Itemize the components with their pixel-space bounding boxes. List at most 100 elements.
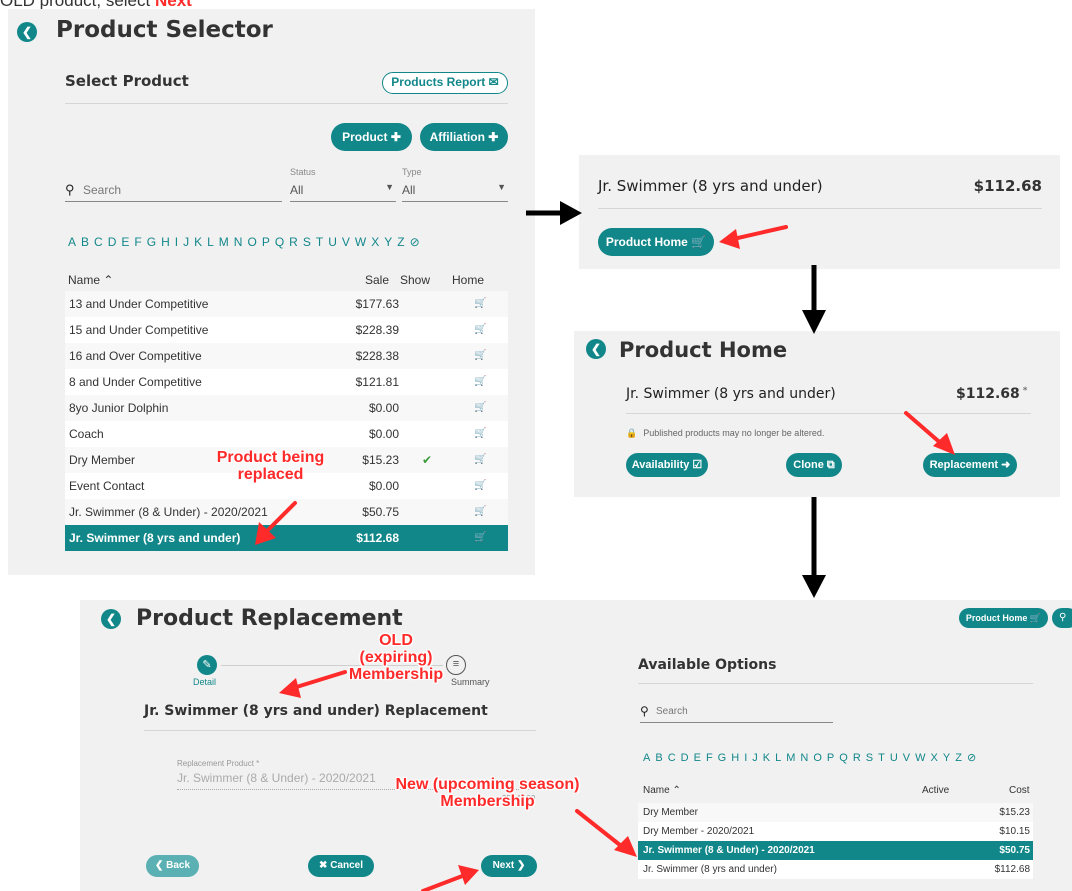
alphabet-letter[interactable]: R: [853, 752, 861, 764]
list-item[interactable]: Jr. Swimmer (8 & Under) - 2020/2021 $50.7…: [638, 841, 1033, 860]
list-item[interactable]: Jr. Swimmer (8 yrs and under) $112.68: [638, 860, 1033, 879]
step-detail-icon[interactable]: ✎: [197, 655, 217, 675]
alphabet-letter[interactable]: I: [744, 752, 747, 764]
alphabet-letter[interactable]: G: [147, 235, 156, 249]
next-button[interactable]: Next ❯: [481, 855, 537, 877]
alphabet-letter[interactable]: Y: [384, 235, 392, 249]
list-item[interactable]: Dry Member $15.23: [638, 803, 1033, 822]
clone-button[interactable]: Clone ⧉: [786, 453, 842, 477]
product-home-button[interactable]: Product Home 🛒: [598, 228, 714, 256]
cart-icon[interactable]: 🛒: [474, 317, 486, 343]
alphabet-letter[interactable]: A: [68, 235, 76, 249]
alphabet-letter[interactable]: P: [262, 235, 270, 249]
alphabet-letter[interactable]: J: [752, 752, 758, 764]
options-search-input[interactable]: ⚲ Search: [640, 703, 833, 723]
alphabet-letter[interactable]: R: [289, 235, 298, 249]
table-row[interactable]: Jr. Swimmer (8 & Under) - 2020/2021 $50.7…: [65, 499, 508, 525]
alphabet-letter[interactable]: N: [800, 752, 808, 764]
alphabet-letter[interactable]: T: [316, 235, 323, 249]
alphabet-letter[interactable]: E: [121, 235, 129, 249]
table-row[interactable]: 16 and Over Competitive $228.38 🛒: [65, 343, 508, 369]
alphabet-letter[interactable]: D: [108, 235, 117, 249]
alphabet-letter[interactable]: Z: [955, 752, 962, 764]
alphabet-letter[interactable]: P: [827, 752, 834, 764]
tag-icon[interactable]: ⚲: [1052, 608, 1072, 628]
products-report-button[interactable]: Products Report ✉: [382, 72, 508, 94]
alphabet-letter[interactable]: E: [694, 752, 701, 764]
alphabet-letter[interactable]: K: [194, 235, 202, 249]
alphabet-letter[interactable]: ⊘: [410, 235, 420, 249]
table-row[interactable]: Jr. Swimmer (8 yrs and under) $112.68 🛒: [65, 525, 508, 551]
list-item[interactable]: Dry Member - 2020/2021 $10.15: [638, 822, 1033, 841]
alphabet-letter[interactable]: G: [718, 752, 727, 764]
back-button[interactable]: ❮ Back: [146, 855, 199, 877]
alphabet-letter[interactable]: M: [219, 235, 229, 249]
cart-icon[interactable]: 🛒: [474, 421, 486, 447]
alphabet-letter[interactable]: K: [763, 752, 770, 764]
availability-button[interactable]: Availability ☑: [626, 453, 708, 477]
add-product-button[interactable]: Product ✚: [331, 123, 412, 151]
alphabet-letter[interactable]: X: [371, 235, 379, 249]
status-select[interactable]: All ▼: [290, 180, 396, 202]
alphabet-letter[interactable]: U: [890, 752, 898, 764]
row-sale: $0.00: [368, 479, 399, 493]
cart-icon[interactable]: 🛒: [474, 369, 486, 395]
cart-icon[interactable]: 🛒: [474, 291, 486, 317]
type-select[interactable]: All ▼: [402, 180, 508, 202]
alphabet-letter[interactable]: Z: [397, 235, 404, 249]
alphabet-letter[interactable]: ⊘: [967, 751, 976, 764]
cart-icon[interactable]: 🛒: [474, 473, 486, 499]
product-home-button[interactable]: Product Home 🛒: [959, 608, 1048, 628]
alphabet-letter[interactable]: W: [355, 235, 366, 249]
arrow-left-icon[interactable]: ❮: [17, 22, 37, 42]
alphabet-letter[interactable]: C: [94, 235, 103, 249]
cart-icon[interactable]: 🛒: [474, 447, 486, 473]
alphabet-letter[interactable]: H: [731, 752, 739, 764]
search-input[interactable]: ⚲ Search: [65, 180, 282, 202]
arrow-left-icon[interactable]: ❮: [101, 609, 121, 629]
alphabet-letter[interactable]: W: [915, 752, 925, 764]
cart-icon[interactable]: 🛒: [474, 499, 486, 525]
alphabet-letter[interactable]: Y: [943, 752, 950, 764]
cancel-button[interactable]: ✖ Cancel: [308, 855, 374, 877]
alphabet-letter[interactable]: I: [175, 235, 178, 249]
alphabet-letter[interactable]: D: [681, 752, 689, 764]
table-row[interactable]: 15 and Under Competitive $228.39 🛒: [65, 317, 508, 343]
alphabet-letter[interactable]: T: [878, 752, 885, 764]
column-header-name[interactable]: Name ⌃: [68, 273, 113, 287]
alphabet-letter[interactable]: M: [786, 752, 795, 764]
alphabet-letter[interactable]: F: [706, 752, 713, 764]
alphabet-letter[interactable]: A: [643, 752, 650, 764]
alphabet-letter[interactable]: C: [668, 752, 676, 764]
alphabet-letter[interactable]: U: [328, 235, 337, 249]
arrow-left-icon[interactable]: ❮: [586, 339, 606, 359]
alphabet-letter[interactable]: O: [247, 235, 256, 249]
alphabet-letter[interactable]: B: [655, 752, 662, 764]
cart-icon[interactable]: 🛒: [474, 525, 486, 551]
cart-icon[interactable]: 🛒: [474, 343, 486, 369]
alphabet-letter[interactable]: L: [207, 235, 214, 249]
alphabet-letter[interactable]: Q: [275, 235, 284, 249]
alphabet-letter[interactable]: Q: [839, 752, 848, 764]
alphabet-letter[interactable]: H: [161, 235, 170, 249]
alphabet-letter[interactable]: V: [903, 752, 910, 764]
alphabet-letter[interactable]: O: [813, 752, 822, 764]
table-row[interactable]: 8 and Under Competitive $121.81 🛒: [65, 369, 508, 395]
alphabet-letter[interactable]: L: [775, 752, 781, 764]
alphabet-letter[interactable]: S: [866, 752, 873, 764]
alphabet-letter[interactable]: F: [134, 235, 141, 249]
alphabet-letter[interactable]: J: [183, 235, 189, 249]
column-header-name[interactable]: Name ⌃: [643, 785, 681, 796]
table-row[interactable]: Coach $0.00 🛒: [65, 421, 508, 447]
add-affiliation-button[interactable]: Affiliation ✚: [420, 123, 508, 151]
table-row[interactable]: 13 and Under Competitive $177.63 🛒: [65, 291, 508, 317]
product-home-panel: ❮ Product Home Jr. Swimmer (8 yrs and un…: [574, 331, 1060, 497]
alphabet-letter[interactable]: V: [342, 235, 350, 249]
replacement-button[interactable]: Replacement ➜: [923, 453, 1017, 477]
cart-icon[interactable]: 🛒: [474, 395, 486, 421]
table-row[interactable]: 8yo Junior Dolphin $0.00 🛒: [65, 395, 508, 421]
alphabet-letter[interactable]: X: [931, 752, 938, 764]
alphabet-letter[interactable]: N: [234, 235, 243, 249]
alphabet-letter[interactable]: S: [303, 235, 311, 249]
alphabet-letter[interactable]: B: [81, 235, 89, 249]
